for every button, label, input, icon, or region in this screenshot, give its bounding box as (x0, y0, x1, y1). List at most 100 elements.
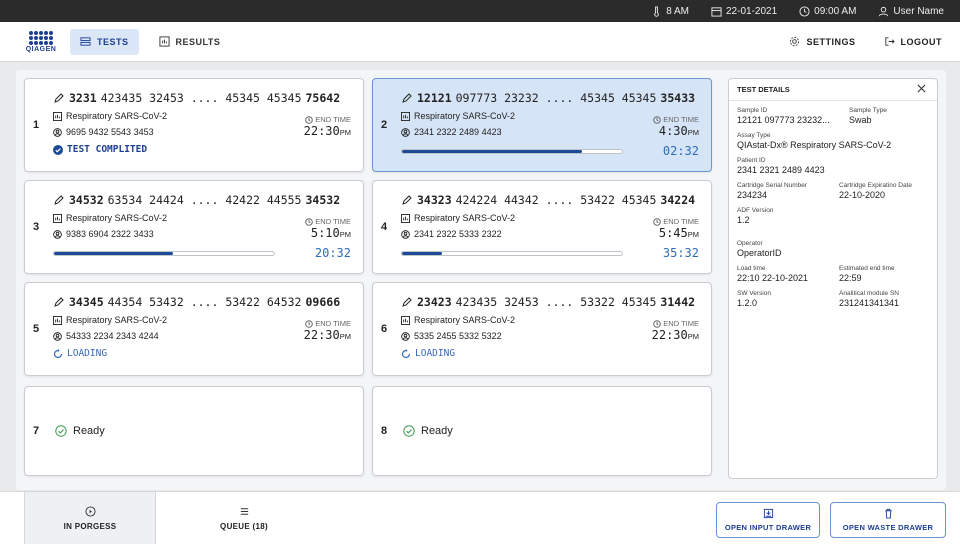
module-number: 2 (380, 119, 388, 131)
end-time-value: 22:30 (651, 328, 688, 342)
status-date: 22-01-2021 (711, 6, 777, 17)
loading-icon (53, 348, 63, 358)
module-ready-status: Ready (403, 425, 453, 437)
end-time-value: 22:30 (303, 328, 340, 342)
module-card-1[interactable]: 1 3231 423435 32453 .... 45345 45345 756… (24, 78, 364, 172)
status-user[interactable]: User Name (878, 6, 944, 17)
qiagen-logo: QIAGEN (22, 30, 60, 53)
assay-icon (53, 213, 62, 223)
progress-fill (402, 150, 583, 153)
assay-label: Respiratory SARS-CoV-2 (414, 213, 516, 223)
sample-id-suffix: 31442 (660, 295, 696, 309)
assay-name: Respiratory SARS-CoV-2 (401, 213, 515, 223)
end-time-label: END TIME (315, 217, 351, 226)
module-number: 6 (380, 323, 388, 335)
progress-fill (54, 252, 173, 255)
sample-id: 23423 423435 32453 .... 53322 45345 3144… (401, 295, 695, 309)
load-time-field: Load time 22:10 22-10-2021 (737, 265, 809, 283)
sw-version-field: SW Version 1.2.0 (737, 290, 771, 308)
queue-label: QUEUE (18) (220, 522, 268, 531)
estimated-end-time-field: Estimated end time 22:59 (839, 265, 895, 283)
clock-icon (305, 319, 314, 328)
patient-id: 2341 2322 5333 2322 (401, 229, 502, 239)
patient-id-field: Patient ID 2341 2321 2489 4423 (737, 157, 825, 175)
in-progress-label: IN PORGESS (63, 522, 117, 531)
sample-id: 34532 63534 24424 .... 42422 44555 34532 (53, 193, 340, 207)
progress-fill (402, 252, 442, 255)
end-time-label: END TIME (663, 319, 699, 328)
sample-id-prefix: 3231 (69, 91, 97, 105)
sample-id-prefix: 34345 (69, 295, 104, 309)
tab-in-progress[interactable]: IN PORGESS (24, 492, 156, 544)
module-ready-status: Ready (55, 425, 105, 437)
logout-button[interactable]: LOGOUT (884, 36, 943, 47)
module-number: 1 (32, 119, 40, 131)
test-status: TEST COMPLITED (53, 144, 147, 155)
end-time-value: 5:10 (310, 226, 340, 240)
test-details-panel: TEST DETAILS Sample ID 12121 097773 23232… (728, 78, 938, 479)
sample-id-middle: 44354 53432 .... 53422 64532 (107, 295, 302, 309)
module-card-8[interactable]: 8 Ready (372, 386, 712, 476)
module-card-5[interactable]: 5 34345 44354 53432 .... 53422 64532 096… (24, 282, 364, 376)
sample-id-prefix: 34532 (69, 193, 104, 207)
module-number: 3 (32, 221, 40, 233)
tab-queue[interactable]: QUEUE (18) (178, 492, 310, 544)
tab-tests[interactable]: TESTS (70, 28, 139, 55)
module-card-6[interactable]: 6 23423 423435 32453 .... 53322 45345 31… (372, 282, 712, 376)
close-details-button[interactable] (917, 84, 929, 96)
open-waste-drawer-button[interactable]: OPEN WASTE DRAWER (830, 502, 946, 538)
end-time: END TIME 22:30PM (304, 115, 351, 138)
settings-button[interactable]: SETTINGS (789, 36, 855, 47)
tab-results[interactable]: RESULTS (149, 29, 231, 55)
close-icon (917, 84, 926, 92)
user-icon (879, 6, 889, 16)
patient-icon (53, 229, 62, 239)
assay-name: Respiratory SARS-CoV-2 (53, 213, 167, 223)
module-number: 5 (32, 323, 40, 335)
patient-icon (53, 127, 62, 137)
test-details-title: TEST DETAILS (737, 85, 790, 94)
loading-icon (401, 348, 411, 358)
patient-label: 2341 2322 5333 2322 (414, 229, 502, 239)
patient-id: 5335 2455 5332 5322 (401, 331, 502, 341)
module-sn-field: Analitical module SN 231241341341 (839, 290, 900, 308)
assay-label: Respiratory SARS-CoV-2 (66, 111, 168, 121)
open-input-drawer-button[interactable]: OPEN INPUT DRAWER (716, 502, 820, 538)
patient-icon (401, 331, 410, 341)
queue-icon (240, 508, 248, 515)
assay-icon (401, 315, 410, 325)
pencil-icon (402, 93, 412, 103)
remaining-time: 02:32 (662, 144, 699, 158)
module-card-7[interactable]: 7 Ready (24, 386, 364, 476)
clock-icon (653, 217, 662, 226)
clock-icon (799, 5, 810, 17)
sample-id-suffix: 35433 (660, 91, 696, 105)
clock-icon (305, 115, 314, 124)
module-card-4[interactable]: 4 34323 424224 44342 .... 53422 45345 34… (372, 180, 712, 274)
sample-type-field: Sample Type Swab (849, 107, 887, 125)
results-icon (158, 36, 170, 47)
module-card-3[interactable]: 3 34532 63534 24424 .... 42422 44555 345… (24, 180, 364, 274)
end-time-value: 4:30 (658, 124, 688, 138)
module-card-2[interactable]: 2 12121 097773 23232 .... 45345 45345 35… (372, 78, 712, 172)
patient-label: 54333 2234 2343 4244 (66, 331, 159, 341)
assay-icon (401, 213, 410, 223)
test-details-header: TEST DETAILS (729, 79, 937, 101)
assay-label: Respiratory SARS-CoV-2 (66, 213, 168, 223)
logout-label: LOGOUT (900, 36, 942, 47)
clock-icon (653, 319, 662, 328)
in-progress-icon (84, 506, 96, 517)
status-temp-value: 8 AM (666, 5, 689, 17)
module-number: 7 (32, 425, 40, 437)
module-number: 4 (380, 221, 388, 233)
clock-icon (653, 115, 662, 124)
patient-icon (53, 331, 62, 341)
gear-icon (790, 36, 800, 47)
sample-id: 12121 097773 23232 .... 45345 45345 3543… (401, 91, 695, 105)
remaining-time: 20:32 (314, 246, 351, 260)
pencil-icon (402, 297, 412, 307)
end-time-ampm: PM (687, 128, 699, 137)
status-date-value: 22-01-2021 (726, 5, 778, 17)
patient-icon (401, 229, 410, 239)
assay-name: Respiratory SARS-CoV-2 (401, 315, 515, 325)
